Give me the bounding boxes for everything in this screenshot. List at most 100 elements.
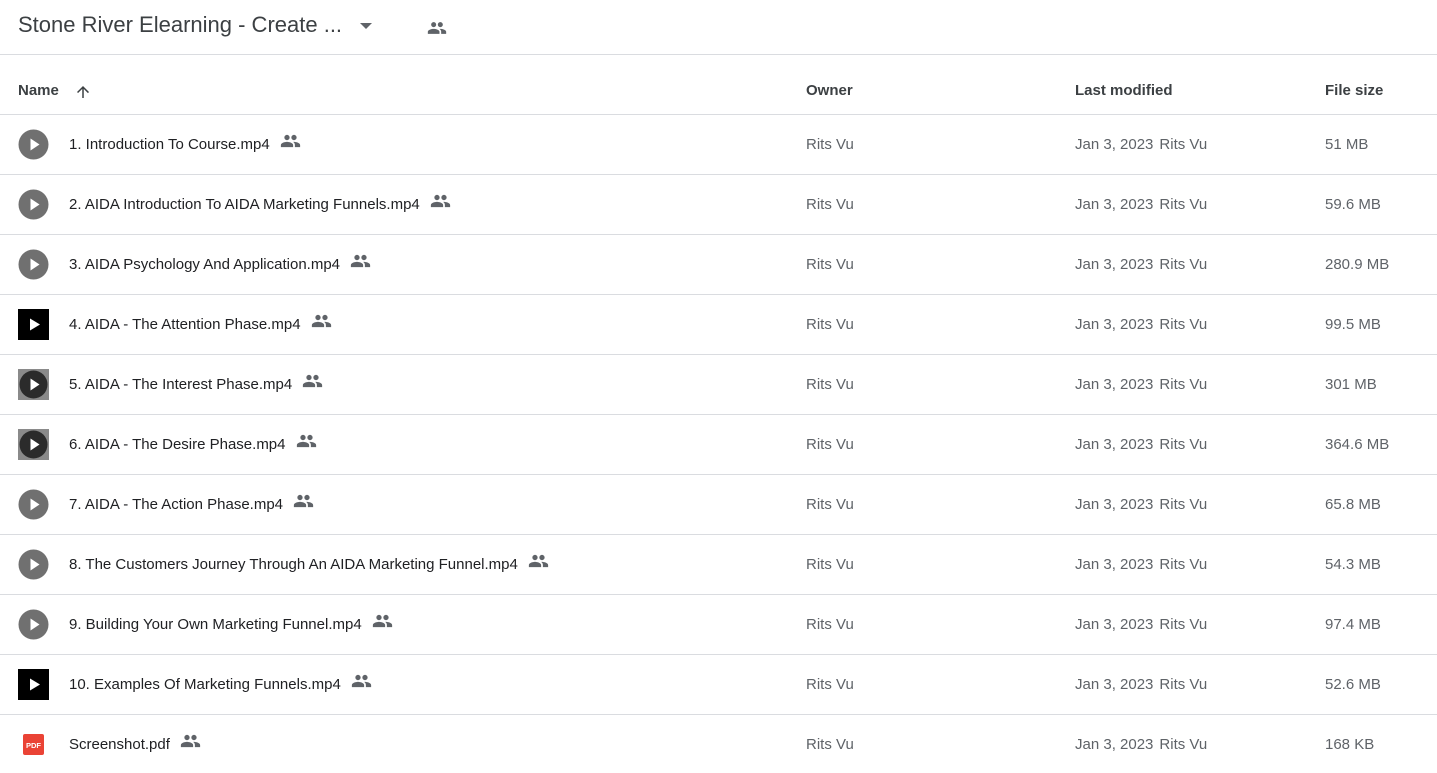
file-name[interactable]: 1. Introduction To Course.mp4 [69, 115, 301, 175]
modified-date: Jan 3, 2023 [1075, 556, 1154, 573]
shared-people-icon [311, 314, 331, 328]
file-last-modified: Jan 3, 2023 Rits Vu [1075, 475, 1207, 535]
file-size: 99.5 MB [1325, 316, 1381, 333]
modified-by: Rits Vu [1159, 616, 1208, 633]
modified-by: Rits Vu [1159, 376, 1208, 393]
file-size: 280.9 MB [1325, 256, 1390, 273]
modified-date: Jan 3, 2023 [1075, 436, 1154, 453]
file-size: 168 KB [1325, 736, 1375, 753]
modified-by: Rits Vu [1159, 496, 1208, 513]
modified-by: Rits Vu [1159, 136, 1208, 153]
file-name-text: 4. AIDA - The Attention Phase.mp4 [69, 316, 301, 333]
file-owner: Rits Vu [806, 376, 854, 393]
folder-title[interactable]: Stone River Elearning - Create ... [18, 11, 342, 39]
file-row[interactable]: 9. Building Your Own Marketing Funnel.mp… [0, 595, 1437, 655]
file-name[interactable]: 8. The Customers Journey Through An AIDA… [69, 535, 549, 595]
file-name-text: Screenshot.pdf [69, 736, 170, 753]
shared-people-icon [303, 374, 323, 388]
file-list: 1. Introduction To Course.mp4 Rits Vu Jan … [0, 115, 1437, 773]
modified-by: Rits Vu [1159, 196, 1208, 213]
shared-people-icon [280, 134, 300, 148]
shared-people-icon [180, 734, 201, 748]
file-owner: Rits Vu [806, 736, 854, 753]
video-thumbnail-icon [18, 369, 49, 400]
shared-people-icon [528, 554, 548, 568]
file-size: 52.6 MB [1325, 676, 1381, 693]
file-size: 301 MB [1325, 376, 1377, 393]
shared-people-icon [296, 434, 316, 448]
file-last-modified: Jan 3, 2023 Rits Vu [1075, 715, 1207, 773]
column-header-row: Name Owner Last modified File size [0, 55, 1437, 115]
file-owner: Rits Vu [806, 616, 854, 633]
file-owner: Rits Vu [806, 436, 854, 453]
modified-date: Jan 3, 2023 [1075, 256, 1154, 273]
modified-date: Jan 3, 2023 [1075, 676, 1154, 693]
file-owner: Rits Vu [806, 496, 854, 513]
file-name[interactable]: 5. AIDA - The Interest Phase.mp4 [69, 355, 323, 415]
file-row[interactable]: 7. AIDA - The Action Phase.mp4 Rits Vu Jan… [0, 475, 1437, 535]
shared-people-icon [350, 254, 371, 268]
file-owner: Rits Vu [806, 196, 854, 213]
file-owner: Rits Vu [806, 676, 854, 693]
shared-people-icon [372, 614, 392, 628]
file-row[interactable]: 5. AIDA - The Interest Phase.mp4 Rits Vu J… [0, 355, 1437, 415]
file-name-text: 10. Examples Of Marketing Funnels.mp4 [69, 676, 341, 693]
file-last-modified: Jan 3, 2023 Rits Vu [1075, 115, 1207, 175]
file-owner: Rits Vu [806, 136, 854, 153]
file-last-modified: Jan 3, 2023 Rits Vu [1075, 235, 1207, 295]
video-thumbnail-icon [18, 429, 49, 460]
file-size: 97.4 MB [1325, 616, 1381, 633]
file-name[interactable]: 6. AIDA - The Desire Phase.mp4 [69, 415, 317, 475]
file-name[interactable]: 9. Building Your Own Marketing Funnel.mp… [69, 595, 393, 655]
people-icon [427, 22, 447, 34]
file-name-text: 2. AIDA Introduction To AIDA Marketing F… [69, 196, 420, 213]
file-row[interactable]: 10. Examples Of Marketing Funnels.mp4 Rit… [0, 655, 1437, 715]
file-owner: Rits Vu [806, 316, 854, 333]
file-row[interactable]: 1. Introduction To Course.mp4 Rits Vu Jan … [0, 115, 1437, 175]
modified-date: Jan 3, 2023 [1075, 136, 1154, 153]
file-last-modified: Jan 3, 2023 Rits Vu [1075, 415, 1207, 475]
play-circle-icon [18, 489, 49, 520]
file-name-text: 8. The Customers Journey Through An AIDA… [69, 556, 518, 573]
shared-people-icon [430, 194, 450, 208]
modified-by: Rits Vu [1159, 676, 1208, 693]
play-circle-icon [18, 249, 49, 280]
pdf-icon: PDF [23, 734, 44, 755]
file-size: 59.6 MB [1325, 196, 1381, 213]
pdf-icon-label: PDF [26, 741, 41, 750]
video-thumbnail-icon [18, 669, 49, 700]
file-row[interactable]: 4. AIDA - The Attention Phase.mp4 Rits Vu… [0, 295, 1437, 355]
file-name[interactable]: 3. AIDA Psychology And Application.mp4 [69, 235, 371, 295]
file-name[interactable]: 2. AIDA Introduction To AIDA Marketing F… [69, 175, 451, 235]
file-row[interactable]: PDF Screenshot.pdf Rits Vu Jan 3, 2023 Rits … [0, 715, 1437, 773]
file-last-modified: Jan 3, 2023 Rits Vu [1075, 295, 1207, 355]
modified-by: Rits Vu [1159, 736, 1208, 753]
file-size: 65.8 MB [1325, 496, 1381, 513]
top-bar: Stone River Elearning - Create ... [0, 0, 1437, 55]
file-row[interactable]: 2. AIDA Introduction To AIDA Marketing F… [0, 175, 1437, 235]
file-name[interactable]: 10. Examples Of Marketing Funnels.mp4 [69, 655, 372, 715]
modified-date: Jan 3, 2023 [1075, 616, 1154, 633]
play-circle-icon [18, 189, 49, 220]
file-name-text: 3. AIDA Psychology And Application.mp4 [69, 256, 341, 273]
modified-date: Jan 3, 2023 [1075, 376, 1154, 393]
caret-down-icon[interactable] [360, 23, 372, 29]
file-name[interactable]: 4. AIDA - The Attention Phase.mp4 [69, 295, 332, 355]
file-name-text: 7. AIDA - The Action Phase.mp4 [69, 496, 284, 513]
modified-date: Jan 3, 2023 [1075, 736, 1154, 753]
file-name-text: 5. AIDA - The Interest Phase.mp4 [69, 376, 293, 393]
file-row[interactable]: 3. AIDA Psychology And Application.mp4 Ri… [0, 235, 1437, 295]
modified-date: Jan 3, 2023 [1075, 196, 1154, 213]
play-circle-icon [18, 609, 49, 640]
file-row[interactable]: 6. AIDA - The Desire Phase.mp4 Rits Vu Jan… [0, 415, 1437, 475]
arrow-up-icon[interactable] [74, 83, 92, 101]
modified-by: Rits Vu [1159, 556, 1208, 573]
file-name[interactable]: 7. AIDA - The Action Phase.mp4 [69, 475, 314, 535]
file-last-modified: Jan 3, 2023 Rits Vu [1075, 535, 1207, 595]
file-name[interactable]: Screenshot.pdf [69, 715, 201, 773]
file-last-modified: Jan 3, 2023 Rits Vu [1075, 595, 1207, 655]
file-row[interactable]: 8. The Customers Journey Through An AIDA… [0, 535, 1437, 595]
play-circle-icon [18, 129, 49, 160]
play-circle-icon [18, 549, 49, 580]
modified-by: Rits Vu [1159, 436, 1208, 453]
